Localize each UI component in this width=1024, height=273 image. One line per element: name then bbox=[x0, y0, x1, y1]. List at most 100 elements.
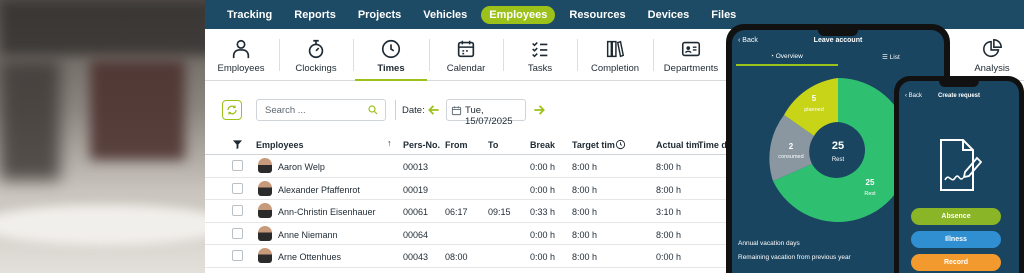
avatar bbox=[258, 225, 272, 241]
actual-time: 3:10 h bbox=[656, 207, 682, 217]
break-time: 0:00 h bbox=[530, 162, 556, 172]
row-checkbox[interactable] bbox=[232, 205, 243, 216]
leave-title: Leave account bbox=[813, 36, 863, 44]
filter-icon[interactable] bbox=[232, 139, 243, 150]
col-time-difference[interactable]: Time di bbox=[698, 140, 729, 150]
tab-completion[interactable]: Completion bbox=[579, 29, 651, 81]
tab-overview[interactable]: ◔ Overview bbox=[770, 53, 803, 60]
tab-calendar[interactable]: Calendar bbox=[431, 29, 501, 81]
back-button[interactable]: ‹ Back bbox=[905, 93, 922, 99]
clock-icon bbox=[615, 139, 626, 150]
illness-button[interactable]: Illness bbox=[911, 231, 1001, 248]
row-checkbox[interactable] bbox=[232, 227, 243, 239]
document-sign-icon bbox=[940, 139, 983, 191]
from-time: 08:00 bbox=[445, 252, 468, 262]
nav-projects[interactable]: Projects bbox=[350, 6, 409, 24]
leave-tabs: ◔ Overview ☰ List bbox=[732, 50, 944, 66]
row-checkbox[interactable] bbox=[232, 182, 243, 194]
nav-reports[interactable]: Reports bbox=[286, 6, 344, 24]
nav-tracking[interactable]: Tracking bbox=[219, 6, 280, 24]
clock-icon bbox=[381, 39, 401, 59]
tab-analysis[interactable]: Analysis bbox=[965, 29, 1019, 81]
target-time: 8:00 h bbox=[572, 252, 598, 262]
nav-employees[interactable]: Employees bbox=[481, 5, 556, 24]
target-time: 8:00 h bbox=[572, 229, 598, 240]
avatar bbox=[258, 158, 272, 173]
nav-devices[interactable]: Devices bbox=[640, 6, 698, 24]
target-time: 8:00 h bbox=[572, 184, 598, 195]
sort-arrow-icon[interactable]: ↑ bbox=[387, 138, 392, 148]
tab-tasks[interactable]: Tasks bbox=[505, 29, 575, 81]
actual-time: 0:00 h bbox=[656, 252, 682, 262]
actual-time: 8:00 h bbox=[656, 184, 682, 195]
actual-time: 8:00 h bbox=[656, 229, 682, 240]
next-day-arrow-icon[interactable] bbox=[532, 103, 546, 117]
employee-name: Ann-Christin Eisenhauer bbox=[278, 207, 376, 217]
col-pers-no[interactable]: Pers-No. bbox=[403, 140, 440, 150]
stopwatch-icon bbox=[308, 39, 324, 59]
books-icon bbox=[606, 40, 625, 58]
checklist-icon bbox=[532, 42, 548, 58]
nav-vehicles[interactable]: Vehicles bbox=[415, 6, 475, 24]
planned-value: 5 bbox=[812, 94, 817, 103]
tab-clockings[interactable]: Clockings bbox=[281, 29, 351, 81]
target-time: 8:00 h bbox=[572, 162, 598, 172]
col-from[interactable]: From bbox=[445, 140, 468, 150]
break-time: 0:00 h bbox=[530, 184, 556, 195]
actual-time: 8:00 h bbox=[656, 162, 682, 172]
pers-no: 00019 bbox=[403, 184, 429, 195]
search-icon bbox=[368, 105, 378, 115]
rest-value: 25 bbox=[866, 178, 875, 187]
remaining-vacation: Remaining vacation from previous year bbox=[738, 254, 851, 261]
office-background-photo bbox=[0, 0, 215, 273]
col-target-time[interactable]: Target tim bbox=[572, 140, 615, 150]
col-actual-time[interactable]: Actual tim bbox=[656, 140, 700, 150]
center-value: 25 bbox=[832, 140, 844, 152]
date-field[interactable]: Tue, 15/07/2025 bbox=[446, 99, 526, 127]
break-time: 0:00 h bbox=[530, 229, 556, 240]
back-button[interactable]: ‹ Back bbox=[738, 37, 758, 44]
search-input[interactable]: Search ... bbox=[256, 99, 386, 121]
tab-employees[interactable]: Employees bbox=[205, 29, 277, 81]
person-icon bbox=[232, 39, 250, 59]
nav-resources[interactable]: Resources bbox=[561, 6, 633, 24]
row-checkbox[interactable] bbox=[232, 160, 243, 171]
to-time: 09:15 bbox=[488, 207, 511, 217]
tab-departments[interactable]: Departments bbox=[655, 29, 727, 81]
date-label: Date: bbox=[402, 105, 425, 116]
center-label: Rest bbox=[832, 157, 845, 163]
rest-label: Rest bbox=[864, 191, 876, 197]
nav-files[interactable]: Files bbox=[703, 6, 744, 24]
avatar bbox=[258, 203, 272, 218]
absence-button[interactable]: Absence bbox=[911, 208, 1001, 225]
col-to[interactable]: To bbox=[488, 140, 498, 150]
planned-label: planned bbox=[804, 107, 824, 113]
employee-name: Aaron Welp bbox=[278, 162, 325, 172]
pers-no: 00061 bbox=[403, 207, 429, 217]
refresh-icon bbox=[227, 105, 237, 115]
phone-create-request: ‹ Back Create request Absence Illness Re… bbox=[894, 76, 1024, 273]
annual-vacation-days: Annual vacation days bbox=[738, 240, 800, 247]
id-card-icon bbox=[681, 41, 701, 57]
employee-name: Alexander Pfaffenrot bbox=[278, 184, 360, 195]
record-button[interactable]: Record bbox=[911, 254, 1001, 271]
tab-times[interactable]: Times bbox=[355, 29, 427, 81]
pers-no: 00064 bbox=[403, 229, 429, 240]
break-time: 0:33 h bbox=[530, 207, 556, 217]
target-time: 8:00 h bbox=[572, 207, 598, 217]
employee-name: Arne Ottenhues bbox=[278, 252, 342, 262]
from-time: 06:17 bbox=[445, 207, 468, 217]
col-employees[interactable]: Employees bbox=[256, 140, 304, 150]
request-header: ‹ Back Create request bbox=[899, 81, 1019, 103]
row-checkbox[interactable] bbox=[232, 250, 243, 261]
pers-no: 00043 bbox=[403, 252, 429, 262]
refresh-button[interactable] bbox=[222, 100, 242, 120]
tab-list[interactable]: ☰ List bbox=[882, 53, 900, 61]
pers-no: 00013 bbox=[403, 162, 429, 172]
avatar bbox=[258, 180, 272, 196]
employee-name: Anne Niemann bbox=[278, 229, 338, 240]
previous-day-arrow-icon[interactable] bbox=[427, 103, 441, 117]
leave-header: ‹ Back Leave account bbox=[732, 30, 944, 50]
col-break[interactable]: Break bbox=[530, 140, 555, 150]
calendar-icon bbox=[451, 106, 462, 116]
